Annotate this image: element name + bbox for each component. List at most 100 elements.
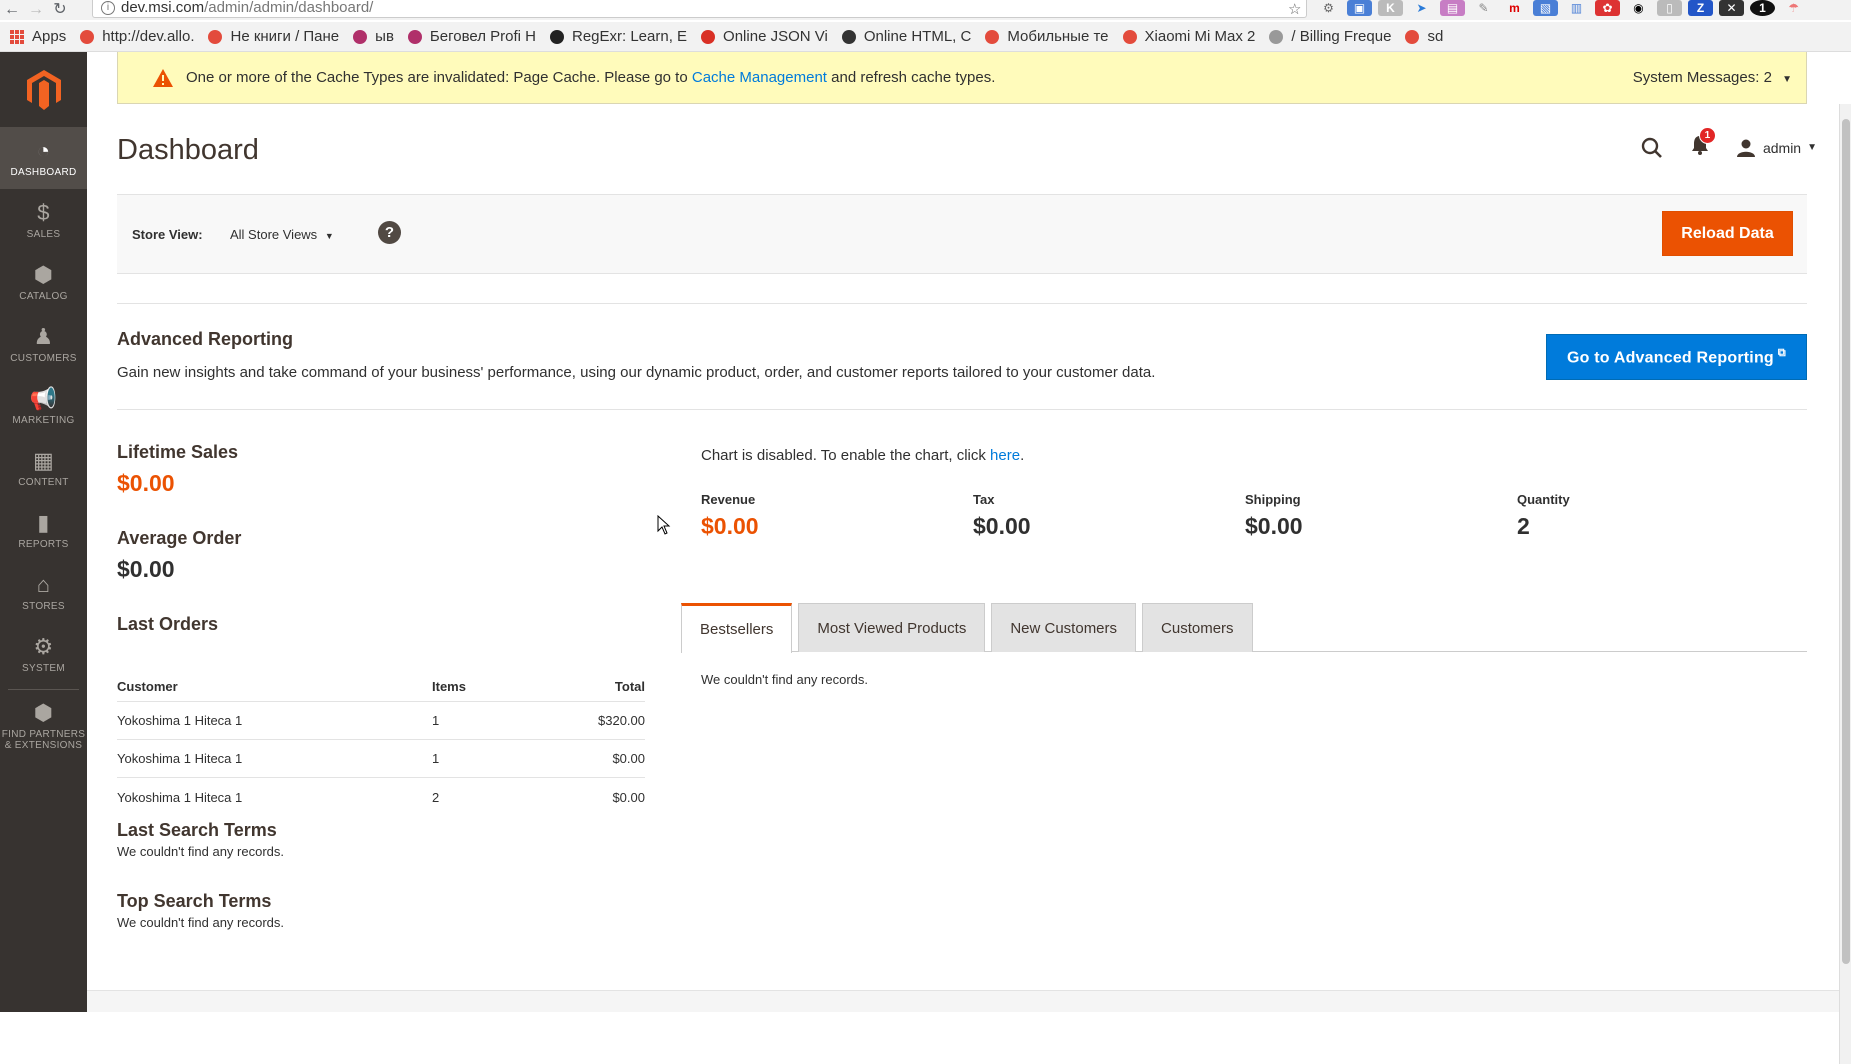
- info-icon[interactable]: i: [101, 1, 115, 16]
- apps-grid-icon: [10, 29, 24, 44]
- extension-icon[interactable]: ➤: [1409, 0, 1434, 16]
- average-order-value: $0.00: [117, 556, 175, 582]
- sidebar-item-catalog[interactable]: ⬢ CATALOG: [0, 251, 87, 313]
- extension-icon[interactable]: m: [1502, 0, 1527, 16]
- sidebar-item-dashboard[interactable]: ◔ DASHBOARD: [0, 127, 87, 189]
- system-messages-toggle[interactable]: System Messages: 2 ▼: [1633, 69, 1792, 86]
- extension-gear-icon[interactable]: ⚙: [1316, 0, 1341, 16]
- page-scrollbar[interactable]: [1839, 104, 1851, 1064]
- extension-icon[interactable]: 1: [1750, 0, 1775, 16]
- gear-icon: ⚙: [33, 633, 54, 659]
- sidebar-item-marketing[interactable]: 📢 MARKETING: [0, 375, 87, 437]
- bookmark-item[interactable]: Xiaomi Mi Max 2: [1122, 28, 1255, 45]
- sidebar-item-label: SYSTEM: [22, 662, 65, 674]
- extension-icon[interactable]: ▤: [1440, 0, 1465, 16]
- reload-icon[interactable]: ↻: [48, 1, 72, 19]
- person-icon: ♟: [33, 323, 54, 349]
- bookmark-item[interactable]: RegExr: Learn, E: [549, 28, 687, 45]
- bookmark-item[interactable]: Online JSON Vi: [701, 28, 828, 45]
- table-row[interactable]: Yokoshima 1 Hiteca 1 1 $320.00: [117, 702, 645, 740]
- tab-most-viewed-products[interactable]: Most Viewed Products: [798, 603, 986, 652]
- favicon-icon: [985, 29, 1000, 44]
- store-view-label: Store View:: [132, 227, 203, 242]
- sidebar-item-stores[interactable]: ⌂ STORES: [0, 561, 87, 623]
- sidebar-item-sales[interactable]: $ SALES: [0, 189, 87, 251]
- total-shipping: Shipping $0.00: [1245, 492, 1517, 540]
- extension-icon[interactable]: ▧: [1533, 0, 1558, 16]
- extension-icon[interactable]: ✕: [1719, 0, 1744, 16]
- sidebar-item-label: REPORTS: [18, 538, 69, 550]
- table-cell: 1: [432, 713, 440, 728]
- total-value: $0.00: [1245, 513, 1303, 539]
- bookmark-label: Беговел Profi H: [429, 28, 536, 45]
- extension-icon[interactable]: ▥: [1564, 0, 1589, 16]
- box-icon: ⬢: [33, 261, 54, 287]
- table-row[interactable]: Yokoshima 1 Hiteca 1 1 $0.00: [117, 740, 645, 778]
- sidebar-item-system[interactable]: ⚙ SYSTEM: [0, 623, 87, 685]
- favicon-icon: [80, 29, 95, 44]
- divider: [117, 303, 1807, 304]
- sidebar-item-customers[interactable]: ♟ CUSTOMERS: [0, 313, 87, 375]
- apps-bookmark[interactable]: Apps: [10, 28, 66, 45]
- extension-eye-icon[interactable]: ◉: [1626, 0, 1651, 16]
- table-row[interactable]: Yokoshima 1 Hiteca 1 2 $0.00: [117, 778, 645, 816]
- sidebar-item-content[interactable]: ▦ CONTENT: [0, 437, 87, 499]
- admin-user-menu[interactable]: admin ▼: [1736, 139, 1817, 157]
- bookmark-item[interactable]: / Billing Freque: [1269, 28, 1391, 45]
- cache-management-link[interactable]: Cache Management: [692, 69, 827, 86]
- sidebar-item-reports[interactable]: ▮ REPORTS: [0, 499, 87, 561]
- bookmark-item[interactable]: Не книги / Пане: [208, 28, 339, 45]
- bookmark-star-icon[interactable]: ☆: [1288, 0, 1301, 18]
- search-icon[interactable]: [1641, 137, 1663, 159]
- magento-logo[interactable]: [0, 52, 87, 127]
- tab-customers[interactable]: Customers: [1142, 603, 1253, 652]
- main-content: One or more of the Cache Types are inval…: [87, 52, 1851, 1064]
- extension-icon[interactable]: ✎: [1471, 0, 1496, 16]
- admin-sidebar: ◔ DASHBOARD $ SALES ⬢ CATALOG ♟ CUSTOMERS 📢 MARKE…: [0, 52, 87, 1012]
- bookmark-item[interactable]: Online HTML, C: [841, 28, 971, 45]
- store-view-select[interactable]: All Store Views ▼: [230, 227, 334, 242]
- total-label: Shipping: [1245, 492, 1301, 507]
- extension-icon[interactable]: K: [1378, 0, 1403, 16]
- advanced-reporting-title: Advanced Reporting: [117, 329, 294, 349]
- reload-data-button[interactable]: Reload Data: [1662, 211, 1793, 256]
- column-header: Items: [432, 679, 466, 694]
- extension-icon[interactable]: ✿: [1595, 0, 1620, 16]
- system-message-bar: One or more of the Cache Types are inval…: [117, 52, 1807, 104]
- extension-icon[interactable]: ▣: [1347, 0, 1372, 16]
- extension-icon[interactable]: ▯: [1657, 0, 1682, 16]
- table-cell: Yokoshima 1 Hiteca 1: [117, 751, 243, 766]
- bookmark-item[interactable]: Мобильные те: [985, 28, 1109, 45]
- scrollbar-thumb[interactable]: [1842, 119, 1850, 964]
- forward-arrow-icon[interactable]: →: [24, 1, 48, 19]
- table-cell: $0.00: [612, 751, 645, 766]
- bookmark-item[interactable]: sd: [1405, 28, 1443, 45]
- table-cell: 2: [432, 789, 440, 805]
- bookmark-item[interactable]: Беговел Profi H: [407, 28, 536, 45]
- sidebar-item-label: FIND PARTNERS & EXTENSIONS: [1, 729, 86, 751]
- bookmark-label: / Billing Freque: [1291, 28, 1392, 45]
- chevron-down-icon: ▼: [1782, 74, 1792, 85]
- column-header: Total: [614, 679, 645, 694]
- go-to-advanced-reporting-button[interactable]: Go to Advanced Reporting ⧉: [1546, 334, 1807, 380]
- magento-logo-icon: [26, 69, 61, 110]
- bookmark-item[interactable]: http://dev.allo.: [80, 28, 194, 45]
- total-label: Tax: [973, 492, 995, 507]
- extension-icon[interactable]: Z: [1688, 0, 1713, 16]
- last-orders-title: Last Orders: [117, 614, 219, 634]
- sidebar-item-find[interactable]: ⬢ FIND PARTNERS & EXTENSIONS: [0, 694, 87, 758]
- tab-new-customers[interactable]: New Customers: [991, 603, 1137, 652]
- table-cell: $320.00: [598, 713, 645, 728]
- url-host: dev.msi.com: [121, 0, 205, 16]
- extension-icon[interactable]: ☂: [1781, 0, 1806, 16]
- table-cell: Yokoshima 1 Hiteca 1: [117, 789, 243, 805]
- enable-chart-link[interactable]: here: [990, 447, 1020, 464]
- address-bar[interactable]: i dev.msi.com/admin/admin/dashboard/: [92, 0, 1307, 18]
- back-arrow-icon[interactable]: ←: [0, 1, 24, 19]
- divider: [117, 409, 1807, 410]
- bookmark-item[interactable]: ыв: [353, 28, 394, 45]
- total-label: Revenue: [701, 492, 756, 507]
- notifications-button[interactable]: 1: [1691, 127, 1716, 160]
- help-icon[interactable]: ?: [378, 221, 401, 244]
- tab-bestsellers[interactable]: Bestsellers: [681, 603, 793, 653]
